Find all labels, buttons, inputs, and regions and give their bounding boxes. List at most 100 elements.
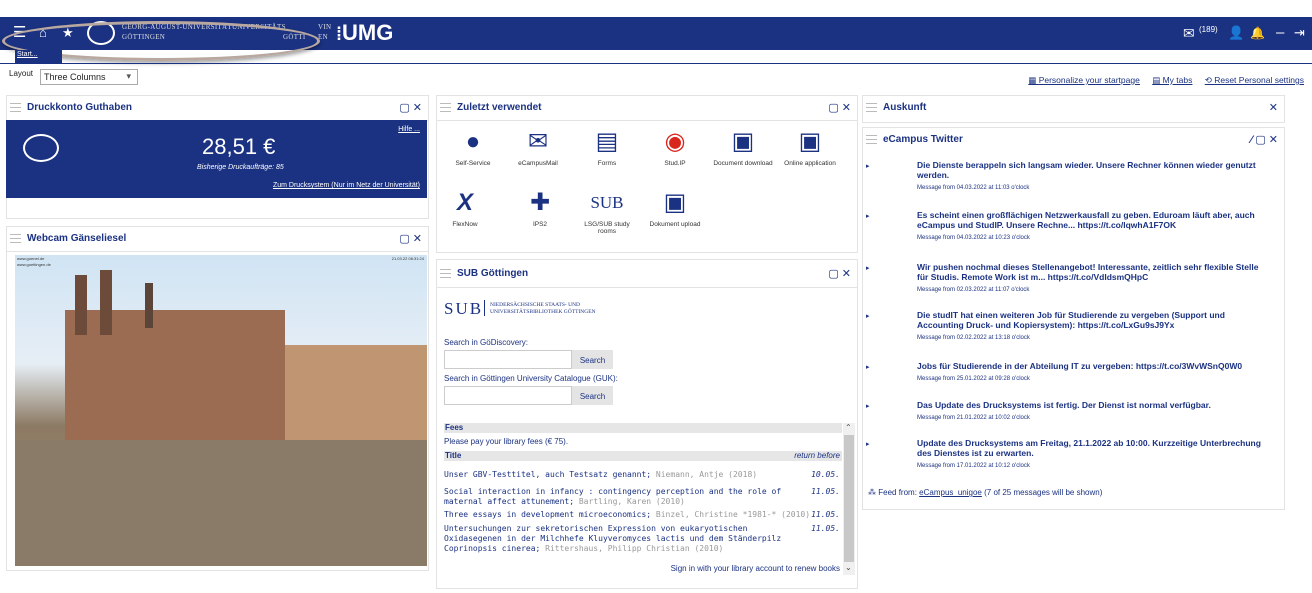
panel-title: Webcam Gänseliesel	[27, 233, 127, 244]
bullet-icon: ▸	[866, 313, 870, 320]
druck-balance-box: Hilfe ... 28,51 € Bisherige Druckaufträg…	[6, 120, 427, 198]
drag-handle[interactable]	[866, 135, 877, 144]
panel-controls[interactable]: ▢ ✕	[399, 232, 422, 245]
logout-icon[interactable]: ⇥	[1294, 25, 1305, 41]
mytabs-link[interactable]: ▤ My tabs	[1152, 75, 1192, 85]
loan-row[interactable]: Social interaction in infancy : continge…	[444, 487, 840, 507]
tweet-item[interactable]: ▸ Das Update des Drucksystems ist fertig.…	[866, 400, 1269, 421]
flexnow-icon: X	[456, 189, 473, 216]
bullet-icon: ▸	[866, 265, 870, 272]
app-lsg-sub[interactable]: SUB LSG/SUB study rooms	[576, 188, 638, 235]
feed-link[interactable]: eCampus_unigoe	[919, 488, 982, 497]
download-icon: ▣	[731, 128, 755, 155]
app-ecampusmail[interactable]: ✉ eCampusMail	[507, 127, 569, 167]
panel-title: Druckkonto Guthaben	[27, 102, 133, 113]
tweet-item[interactable]: ▸ Wir pushen nochmal dieses Stellenangebo…	[866, 262, 1269, 293]
puzzle-icon: ✚	[529, 189, 551, 216]
app-forms[interactable]: ▤ Forms	[576, 127, 638, 167]
uni-right-line3: VIN	[318, 23, 332, 31]
godiscovery-input[interactable]	[444, 350, 572, 369]
loan-row[interactable]: Untersuchungen zur sekretorischen Expres…	[444, 524, 840, 554]
signin-link[interactable]: Sign in with your library account to ren…	[671, 564, 840, 573]
app-studip[interactable]: ◉ Stud.IP	[644, 127, 706, 167]
app-flexnow[interactable]: X FlexNow	[434, 188, 496, 228]
tweet-item[interactable]: ▸ Die studIT hat einen weiteren Job für S…	[866, 310, 1269, 341]
sub-logo: SUB	[444, 299, 484, 318]
bullet-icon: ▸	[866, 403, 870, 410]
buildings-right	[285, 345, 427, 455]
tab-start[interactable]: Start...	[15, 50, 62, 63]
application-icon: ▣	[798, 128, 822, 155]
fees-header: Fees	[444, 423, 842, 433]
panel-title: eCampus Twitter	[883, 134, 963, 145]
upload-icon: ▣	[663, 189, 687, 216]
sub-icon: SUB	[590, 193, 624, 212]
sub-logo-text2: UNIVERSITÄTSBIBLIOTHEK GÖTTINGEN	[490, 309, 596, 315]
bullet-icon: ▸	[866, 441, 870, 448]
webcam-overlay-1: www.goenet.de	[17, 256, 45, 261]
mail-count: (189)	[1199, 25, 1218, 34]
logo-divider	[484, 300, 485, 316]
scroll-up-icon[interactable]: ⌃	[845, 423, 852, 432]
town-hall-shape	[65, 310, 285, 440]
app-online-application[interactable]: ▣ Online application	[779, 127, 841, 167]
top-links: ▦ Personalize your startpage ▤ My tabs ⟲…	[1018, 75, 1304, 86]
panel-controls[interactable]: ▢ ✕	[828, 267, 851, 280]
search2-label: Search in Göttingen University Catalogue…	[444, 374, 618, 383]
tower-right	[100, 270, 112, 335]
personalize-link[interactable]: ▦ Personalize your startpage	[1028, 75, 1140, 85]
drag-handle[interactable]	[866, 103, 877, 112]
balance-value: 28,51 €	[202, 134, 276, 159]
bullet-icon: ▸	[866, 364, 870, 371]
close-icon[interactable]: ✕	[1269, 101, 1278, 114]
scroll-down-icon[interactable]: ⌄	[845, 563, 852, 572]
rss-icon: ⁂	[868, 488, 876, 497]
panel-controls[interactable]: ▢ ✕	[399, 101, 422, 114]
minimize-icon[interactable]: –	[1276, 25, 1284, 41]
app-self-service[interactable]: ● Self-Service	[442, 127, 504, 167]
spire	[145, 283, 153, 328]
user-icon[interactable]: 👤	[1228, 25, 1244, 41]
recent-panel: Zuletzt verwendet ▢ ✕	[436, 95, 858, 253]
drag-handle[interactable]	[10, 234, 21, 243]
panel-controls[interactable]: ⁄ ▢ ✕	[1250, 133, 1278, 146]
document-icon: ▤	[595, 128, 619, 155]
panel-title: SUB Göttingen	[457, 268, 529, 279]
tweet-item[interactable]: ▸ Die Dienste berappeln sich langsam wied…	[866, 160, 1269, 191]
loan-row[interactable]: Three essays in development microeconomi…	[444, 510, 840, 520]
loan-row[interactable]: Unser GBV-Testtitel, auch Testsatz genan…	[444, 470, 840, 480]
panel-controls[interactable]: ▢ ✕	[828, 101, 851, 114]
app-ips2[interactable]: ✚ IPS2	[509, 188, 571, 228]
loans-header: Title return before	[444, 451, 842, 461]
help-link[interactable]: Hilfe ...	[398, 126, 420, 133]
umg-logo[interactable]: ⁞UMG	[336, 20, 393, 46]
godiscovery-search-button[interactable]: Search	[572, 350, 613, 369]
col-return: return before	[794, 451, 840, 460]
layout-select[interactable]: Three Columns	[40, 69, 138, 85]
tweet-item[interactable]: ▸ Jobs für Studierende in der Abteilung I…	[866, 361, 1269, 382]
app-document-download[interactable]: ▣ Document download	[712, 127, 774, 167]
studip-icon: ◉	[664, 128, 686, 155]
bullet-icon: ▸	[866, 213, 870, 220]
drag-handle[interactable]	[440, 269, 451, 278]
guk-search-button[interactable]: Search	[572, 386, 613, 405]
drag-handle[interactable]	[10, 103, 21, 112]
mail-icon: ✉	[527, 128, 549, 155]
scrollbar-thumb[interactable]	[844, 435, 854, 562]
tweet-item[interactable]: ▸ Es scheint einen großflächigen Netzwerk…	[866, 210, 1269, 241]
tweet-item[interactable]: ▸ Update des Drucksystems am Freitag, 21.…	[866, 438, 1269, 469]
mail-icon[interactable]: ✉	[1183, 25, 1195, 41]
print-system-link[interactable]: Zum Drucksystem (Nur im Netz der Univers…	[273, 182, 420, 189]
reset-link[interactable]: ⟲ Reset Personal settings	[1205, 75, 1304, 85]
guk-input[interactable]	[444, 386, 572, 405]
drag-handle[interactable]	[440, 103, 451, 112]
notification-icon[interactable]: 🔔	[1250, 25, 1265, 41]
auskunft-panel: Auskunft ✕	[862, 95, 1285, 123]
scrollbar[interactable]: ⌃ ⌄	[843, 423, 855, 575]
sub-logo-text1: NIEDERSÄCHSISCHE STAATS- UND	[490, 302, 581, 308]
app-dokument-upload[interactable]: ▣ Dokument upload	[644, 188, 706, 228]
university-logo-icon	[23, 134, 59, 162]
bullet-icon: ▸	[866, 163, 870, 170]
fees-text: Please pay your library fees (€ 75).	[444, 437, 569, 446]
square	[15, 440, 427, 566]
